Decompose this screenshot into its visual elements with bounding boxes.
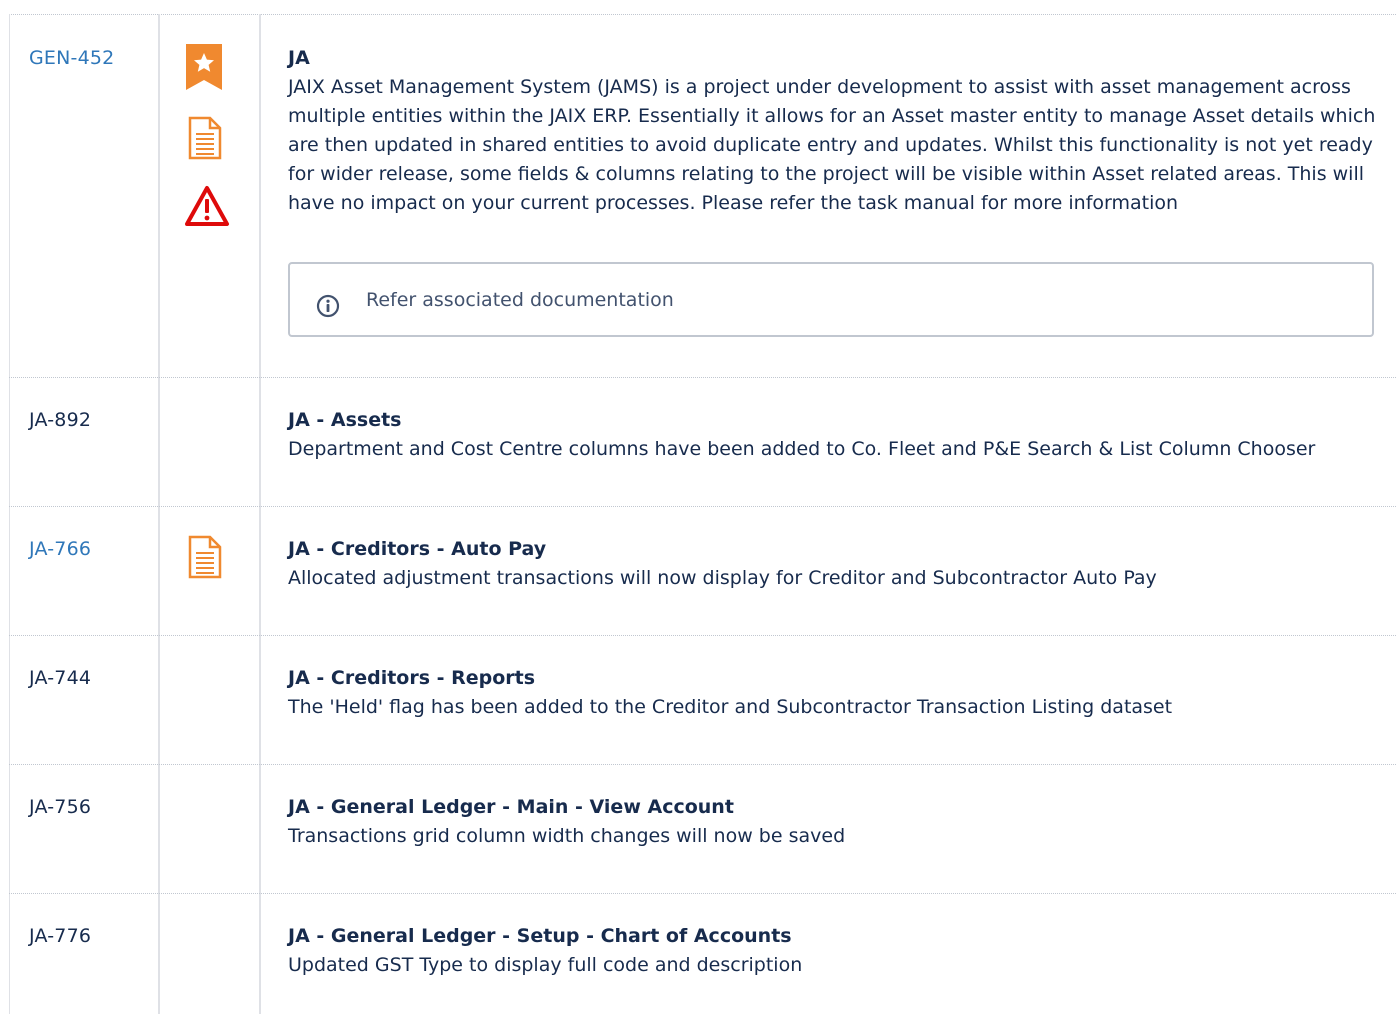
row-title: JA - Assets	[288, 409, 402, 431]
row-title: JA - General Ledger - Main - View Accoun…	[288, 796, 734, 818]
ticket-id: JA-776	[29, 925, 92, 947]
document-icon	[188, 116, 222, 160]
warning-icon	[185, 186, 229, 226]
row-title: JA	[288, 47, 310, 69]
star-bookmark-icon	[186, 44, 222, 90]
row-description: The 'Held' flag has been added to the Cr…	[288, 696, 1173, 718]
info-panel: Refer associated documentation	[288, 262, 1374, 337]
row-title: JA - General Ledger - Setup - Chart of A…	[288, 925, 792, 947]
info-panel-text: Refer associated documentation	[366, 289, 674, 311]
row-description: Updated GST Type to display full code an…	[288, 954, 803, 976]
row-description: Transactions grid column width changes w…	[288, 825, 846, 847]
row-content: JA - Assets Department and Cost Centre c…	[288, 406, 1380, 464]
ticket-id: JA-892	[29, 409, 92, 431]
release-notes-table: GEN-452 JA JAIX Asset Management System …	[0, 0, 1396, 1014]
row-content: JA - Creditors - Reports The 'Held' flag…	[288, 664, 1380, 722]
row-content: JA - General Ledger - Main - View Accoun…	[288, 793, 1380, 851]
row-description: JAIX Asset Management System (JAMS) is a…	[288, 76, 1376, 214]
row-description: Allocated adjustment transactions will n…	[288, 567, 1157, 589]
row-content: JA JAIX Asset Management System (JAMS) i…	[288, 44, 1380, 218]
ticket-link[interactable]: JA-766	[29, 535, 91, 564]
row-content: JA - General Ledger - Setup - Chart of A…	[288, 922, 1380, 980]
row-title: JA - Creditors - Reports	[288, 667, 536, 689]
row-content: JA - Creditors - Auto Pay Allocated adju…	[288, 535, 1380, 593]
ticket-link[interactable]: GEN-452	[29, 44, 114, 73]
table-top-border	[9, 14, 1396, 15]
document-icon	[188, 535, 222, 579]
info-icon	[316, 294, 340, 318]
row-description: Department and Cost Centre columns have …	[288, 438, 1316, 460]
ticket-id: JA-756	[29, 796, 92, 818]
row-title: JA - Creditors - Auto Pay	[288, 538, 547, 560]
ticket-id: JA-744	[29, 667, 92, 689]
